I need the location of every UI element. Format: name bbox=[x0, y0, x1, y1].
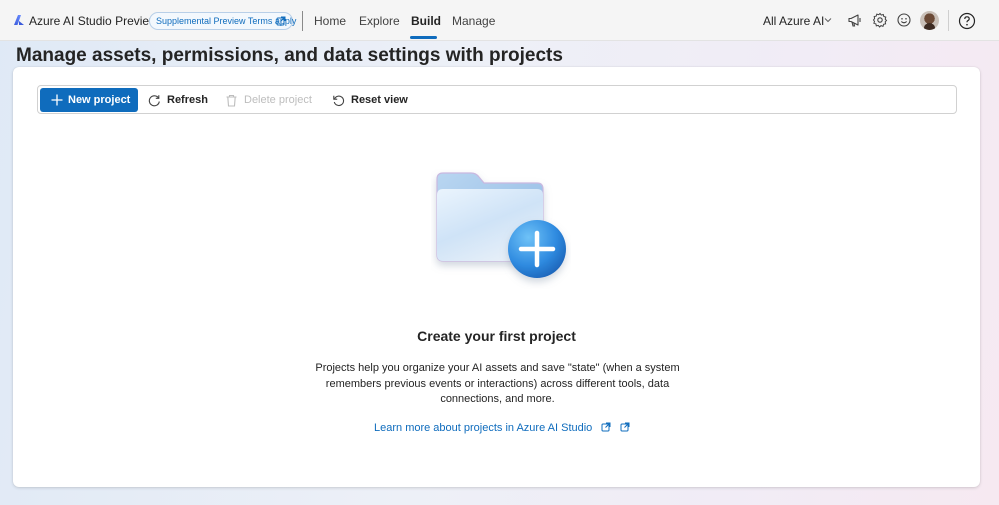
help-icon[interactable] bbox=[958, 12, 976, 30]
projects-card: New project Refresh Delete project Reset… bbox=[13, 67, 980, 487]
nav-build[interactable]: Build bbox=[411, 14, 441, 28]
preview-terms-badge[interactable]: Supplemental Preview Terms apply bbox=[149, 12, 296, 30]
gear-icon[interactable] bbox=[872, 12, 888, 28]
empty-state-description: Projects help you organize your AI asset… bbox=[315, 362, 680, 405]
folder-add-illustration-icon bbox=[436, 172, 566, 278]
new-project-button[interactable]: New project bbox=[40, 88, 138, 112]
page-title: Manage assets, permissions, and data set… bbox=[16, 45, 563, 66]
nav-manage[interactable]: Manage bbox=[452, 14, 495, 28]
megaphone-icon[interactable] bbox=[847, 12, 863, 28]
external-link-icon bbox=[620, 422, 630, 432]
smiley-icon[interactable] bbox=[896, 12, 912, 28]
header-divider-right bbox=[948, 10, 949, 31]
plus-icon bbox=[51, 94, 63, 106]
app-name: Azure AI Studio bbox=[29, 14, 112, 28]
new-project-label: New project bbox=[68, 94, 131, 106]
refresh-button[interactable]: Refresh bbox=[148, 88, 208, 112]
chevron-down-icon[interactable] bbox=[824, 17, 832, 23]
app-title[interactable]: Azure AI Studio Preview bbox=[29, 14, 158, 28]
refresh-label: Refresh bbox=[167, 94, 208, 106]
reset-view-button[interactable]: Reset view bbox=[332, 88, 408, 112]
external-link-icon bbox=[276, 16, 286, 26]
avatar[interactable] bbox=[920, 11, 939, 30]
azure-ai-logo-icon[interactable] bbox=[13, 14, 25, 26]
reset-view-label: Reset view bbox=[351, 94, 408, 106]
refresh-icon bbox=[148, 94, 160, 106]
nav-home[interactable]: Home bbox=[314, 14, 346, 28]
learn-more-link[interactable]: Learn more about projects in Azure AI St… bbox=[374, 422, 630, 434]
delete-project-label: Delete project bbox=[244, 94, 312, 106]
command-bar: New project Refresh Delete project Reset… bbox=[37, 85, 957, 114]
external-link-icon bbox=[601, 422, 611, 432]
active-nav-indicator bbox=[410, 36, 437, 39]
header-divider bbox=[302, 11, 303, 31]
reset-icon bbox=[333, 95, 345, 106]
scope-selector[interactable]: All Azure AI bbox=[763, 14, 824, 28]
delete-project-button[interactable]: Delete project bbox=[225, 88, 312, 112]
top-bar: Azure AI Studio Preview Supplemental Pre… bbox=[0, 0, 999, 41]
empty-state-title: Create your first project bbox=[417, 328, 576, 344]
trash-icon bbox=[226, 94, 237, 107]
learn-more-label: Learn more about projects in Azure AI St… bbox=[374, 422, 593, 434]
nav-explore[interactable]: Explore bbox=[359, 14, 400, 28]
